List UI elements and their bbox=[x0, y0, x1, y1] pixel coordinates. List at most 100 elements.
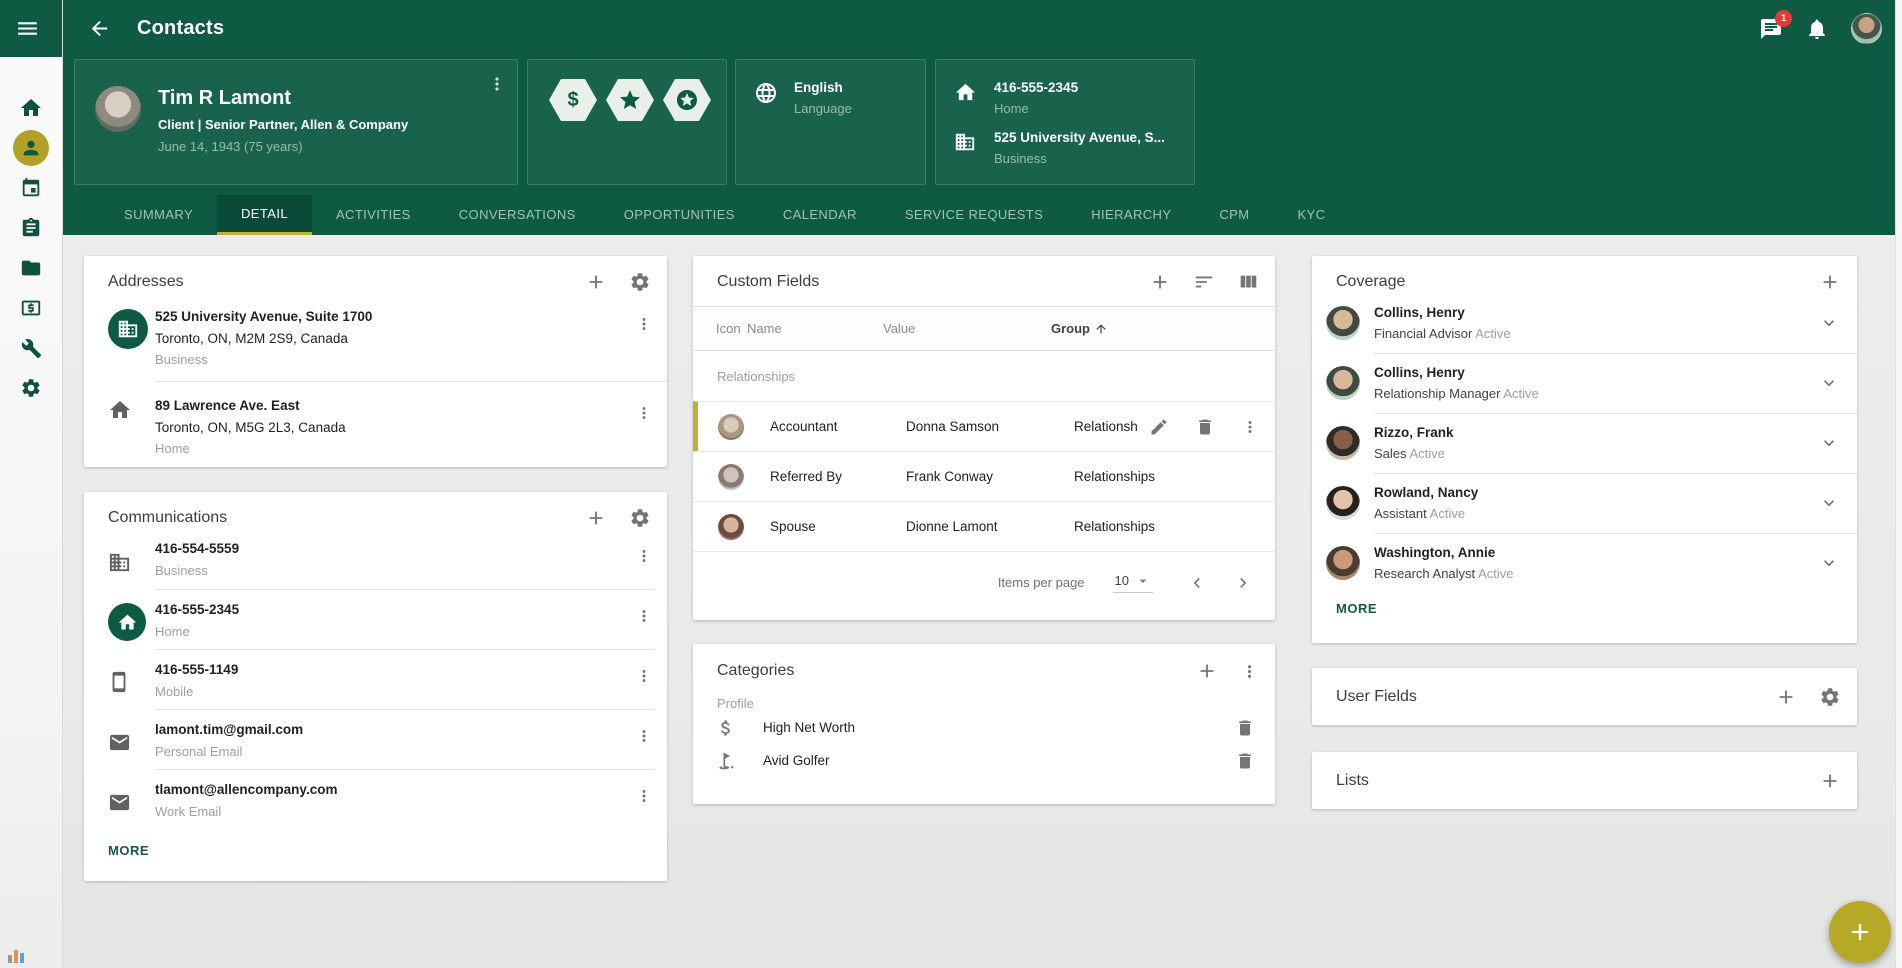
add-custom-field-button[interactable] bbox=[1149, 271, 1171, 293]
active-item-highlight bbox=[13, 130, 49, 166]
add-fab-button[interactable] bbox=[1829, 901, 1891, 963]
tab-calendar[interactable]: CALENDAR bbox=[759, 195, 881, 235]
person-icon bbox=[20, 137, 42, 159]
add-address-button[interactable] bbox=[585, 271, 607, 293]
tab-detail[interactable]: DETAIL bbox=[217, 195, 312, 235]
communication-overflow-menu[interactable] bbox=[635, 607, 653, 625]
edit-button[interactable] bbox=[1149, 417, 1169, 437]
next-page-button[interactable] bbox=[1233, 573, 1253, 593]
business-icon bbox=[108, 541, 155, 574]
expand-button[interactable] bbox=[1819, 313, 1839, 333]
messages-button[interactable]: 1 bbox=[1759, 17, 1783, 41]
categories-card: Categories Profile High Net Worth Avid G… bbox=[693, 644, 1275, 804]
dollar-icon bbox=[716, 718, 763, 738]
communication-row: 416-554-5559 Business bbox=[84, 529, 667, 589]
avatar bbox=[718, 464, 744, 490]
custom-field-row[interactable]: Referred By Frank Conway Relationships bbox=[693, 451, 1275, 501]
communications-more-button[interactable]: MORE bbox=[108, 843, 149, 858]
delete-category-button[interactable] bbox=[1235, 718, 1255, 738]
coverage-row[interactable]: Washington, Annie Research Analyst Activ… bbox=[1312, 533, 1857, 593]
add-category-button[interactable] bbox=[1196, 660, 1218, 682]
row-overflow-menu[interactable] bbox=[1241, 418, 1259, 436]
tab-activities[interactable]: ACTIVITIES bbox=[312, 195, 435, 235]
coverage-row[interactable]: Rowland, Nancy Assistant Active bbox=[1312, 473, 1857, 533]
tab-service-requests[interactable]: SERVICE REQUESTS bbox=[881, 195, 1067, 235]
coverage-more-button[interactable]: MORE bbox=[1336, 601, 1377, 616]
profile-card: Tim R Lamont Client | Senior Partner, Al… bbox=[74, 59, 518, 185]
page-size-select[interactable]: 10 bbox=[1113, 573, 1153, 593]
custom-field-row-selected[interactable]: Accountant Donna Samson Relationships bbox=[693, 401, 1275, 451]
more-vert-icon bbox=[635, 315, 653, 333]
expand-button[interactable] bbox=[1819, 493, 1839, 513]
topbar: Contacts 1 bbox=[63, 0, 1902, 57]
communications-settings-button[interactable] bbox=[629, 507, 651, 529]
profile-overflow-menu[interactable] bbox=[487, 74, 507, 94]
notifications-button[interactable] bbox=[1805, 17, 1829, 41]
delete-category-button[interactable] bbox=[1235, 751, 1255, 771]
star-circle-badge-icon[interactable] bbox=[663, 79, 711, 121]
column-value[interactable]: Value bbox=[883, 321, 1051, 336]
tab-cpm[interactable]: CPM bbox=[1195, 195, 1273, 235]
sidebar-item-home[interactable] bbox=[0, 88, 63, 128]
expand-button[interactable] bbox=[1819, 373, 1839, 393]
tab-conversations[interactable]: CONVERSATIONS bbox=[435, 195, 600, 235]
back-button[interactable] bbox=[88, 17, 111, 40]
star-badge-icon[interactable] bbox=[606, 79, 654, 121]
sidebar bbox=[0, 0, 63, 968]
address-overflow-menu[interactable] bbox=[635, 404, 653, 422]
expand-button[interactable] bbox=[1819, 433, 1839, 453]
home-icon bbox=[954, 81, 980, 116]
sidebar-item-tasks[interactable] bbox=[0, 208, 63, 248]
more-vert-icon bbox=[1240, 662, 1259, 681]
phone-value: 416-555-2345 bbox=[994, 80, 1078, 95]
status-text: Active bbox=[1503, 386, 1538, 401]
hamburger-menu-icon[interactable] bbox=[15, 16, 40, 41]
communication-row: lamont.tim@gmail.com Personal Email bbox=[84, 709, 667, 769]
sidebar-item-documents[interactable] bbox=[0, 248, 63, 288]
column-icon[interactable]: Icon bbox=[693, 321, 747, 336]
user-fields-settings-button[interactable] bbox=[1819, 686, 1841, 708]
custom-field-row[interactable]: Spouse Dionne Lamont Relationships bbox=[693, 501, 1275, 551]
detail-content: Addresses 525 University Avenue, Suite 1… bbox=[63, 235, 1902, 968]
add-user-field-button[interactable] bbox=[1775, 686, 1797, 708]
sidebar-item-billing[interactable] bbox=[0, 288, 63, 328]
column-group-sorted[interactable]: Group bbox=[1051, 321, 1275, 336]
sidebar-item-tools[interactable] bbox=[0, 328, 63, 368]
delete-button[interactable] bbox=[1195, 417, 1215, 437]
expand-button[interactable] bbox=[1819, 553, 1839, 573]
coverage-row[interactable]: Rizzo, Frank Sales Active bbox=[1312, 413, 1857, 473]
coverage-row[interactable]: Collins, Henry Financial Advisor Active bbox=[1312, 293, 1857, 353]
chevron-down-icon bbox=[1819, 373, 1839, 393]
addresses-settings-button[interactable] bbox=[629, 271, 651, 293]
address-overflow-menu[interactable] bbox=[635, 315, 653, 333]
communication-overflow-menu[interactable] bbox=[635, 727, 653, 745]
sidebar-item-settings[interactable] bbox=[0, 368, 63, 408]
communication-overflow-menu[interactable] bbox=[635, 547, 653, 565]
status-text: Active bbox=[1475, 326, 1510, 341]
add-communication-button[interactable] bbox=[585, 507, 607, 529]
dollar-badge-icon[interactable]: $ bbox=[549, 79, 597, 121]
categories-overflow-menu[interactable] bbox=[1240, 662, 1259, 681]
communication-overflow-menu[interactable] bbox=[635, 667, 653, 685]
golf-icon bbox=[716, 751, 763, 771]
plus-icon bbox=[1775, 686, 1797, 708]
communication-overflow-menu[interactable] bbox=[635, 787, 653, 805]
sidebar-item-contacts-active[interactable] bbox=[0, 128, 63, 168]
add-coverage-button[interactable] bbox=[1819, 271, 1841, 293]
sort-button[interactable] bbox=[1193, 271, 1215, 293]
scrollbar[interactable] bbox=[1895, 0, 1902, 968]
tab-summary[interactable]: SUMMARY bbox=[100, 195, 217, 235]
coverage-row[interactable]: Collins, Henry Relationship Manager Acti… bbox=[1312, 353, 1857, 413]
tab-hierarchy[interactable]: HIERARCHY bbox=[1067, 195, 1195, 235]
columns-button[interactable] bbox=[1237, 271, 1259, 293]
status-text: Active bbox=[1478, 566, 1513, 581]
sidebar-item-calendar[interactable] bbox=[0, 168, 63, 208]
column-name[interactable]: Name bbox=[747, 321, 883, 336]
trash-icon bbox=[1195, 417, 1215, 437]
previous-page-button[interactable] bbox=[1187, 573, 1207, 593]
user-avatar[interactable] bbox=[1851, 13, 1882, 44]
tab-opportunities[interactable]: OPPORTUNITIES bbox=[600, 195, 759, 235]
primary-address: 525 University Avenue, S... Business bbox=[936, 116, 1194, 166]
add-list-button[interactable] bbox=[1819, 770, 1841, 792]
tab-kyc[interactable]: KYC bbox=[1273, 195, 1349, 235]
